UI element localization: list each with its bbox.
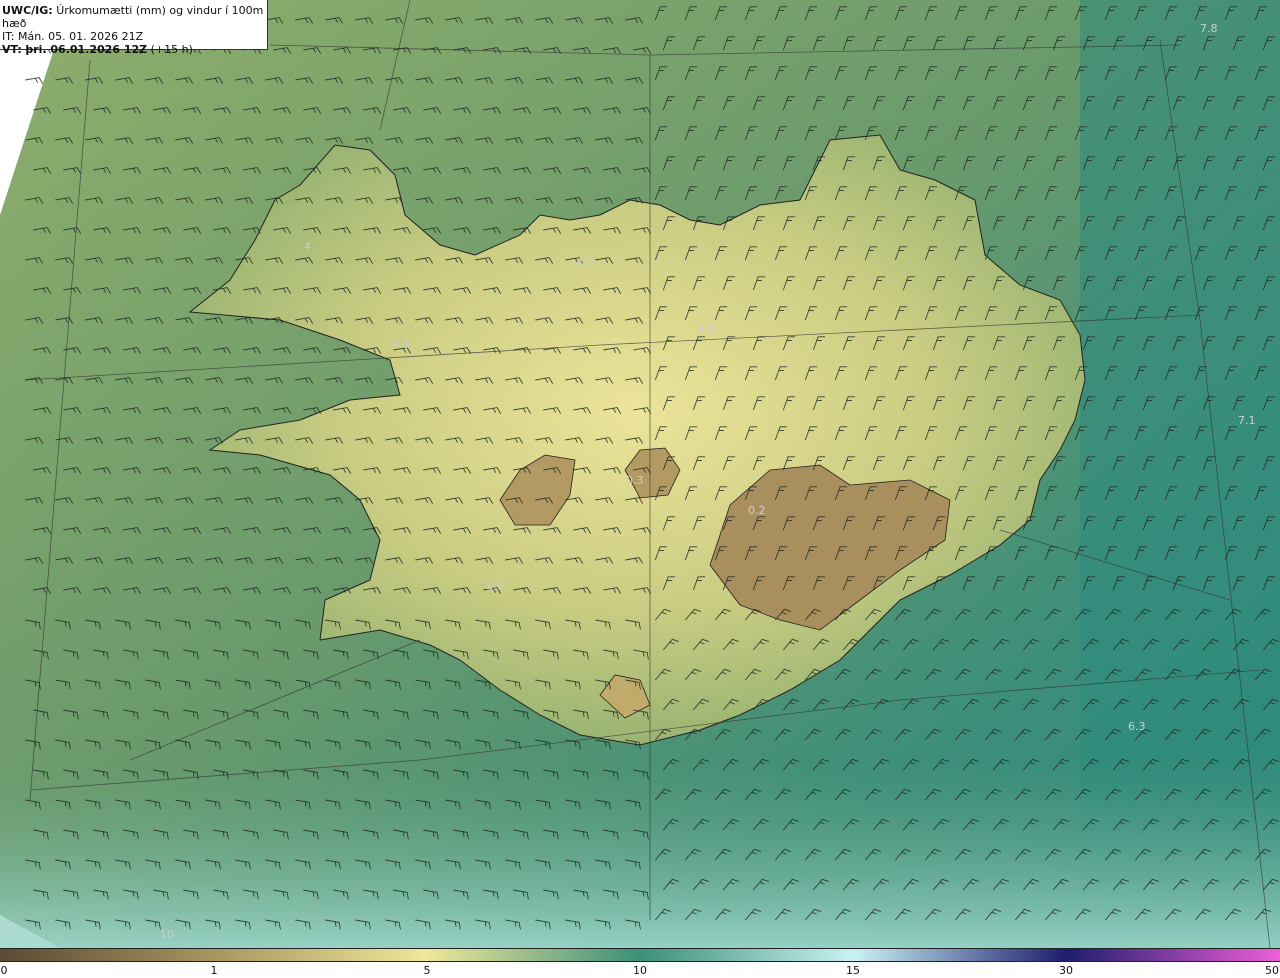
model-name: UWC/IG: bbox=[2, 4, 53, 17]
value-label: 7.8 bbox=[1200, 22, 1218, 35]
value-label: 7.1 bbox=[1238, 414, 1256, 427]
colorbar-tick: 30 bbox=[1059, 964, 1073, 977]
colorbar-tick: 10 bbox=[633, 964, 647, 977]
map-info-box: UWC/IG: Úrkomumætti (mm) og vindur í 100… bbox=[0, 0, 268, 56]
colorbar-tick: 1 bbox=[210, 964, 218, 977]
colorbar: 0 1 5 10 15 30 50 bbox=[0, 948, 1280, 978]
value-label: 0.2 bbox=[748, 504, 766, 517]
valid-time-date: þri. 06.01.2026 12Z bbox=[25, 43, 148, 56]
south-sea-band bbox=[0, 760, 1280, 948]
colorbar-gradient bbox=[0, 948, 1280, 962]
colorbar-tick: 5 bbox=[423, 964, 431, 977]
value-label: 4.0 bbox=[576, 256, 594, 269]
colorbar-tick: 50 bbox=[1265, 964, 1279, 977]
colorbar-tick: 15 bbox=[846, 964, 860, 977]
initial-time: IT: Mán. 05. 01. 2026 21Z bbox=[2, 30, 144, 43]
value-label: 0.3 bbox=[626, 474, 644, 487]
value-label: 2.9 bbox=[486, 579, 504, 592]
value-label: 4 bbox=[304, 240, 311, 253]
map-area[interactable]: UWC/IG: Úrkomumætti (mm) og vindur í 100… bbox=[0, 0, 1280, 948]
value-label: 4.9 bbox=[698, 324, 716, 337]
value-label: 10 bbox=[160, 928, 174, 941]
valid-time-lead: (+15 h) bbox=[150, 43, 193, 56]
valid-time-prefix: VT: bbox=[2, 43, 22, 56]
value-label: 6.3 bbox=[1128, 720, 1146, 733]
colorbar-tick: 0 bbox=[0, 964, 8, 977]
value-label: 4.6 bbox=[392, 338, 410, 351]
